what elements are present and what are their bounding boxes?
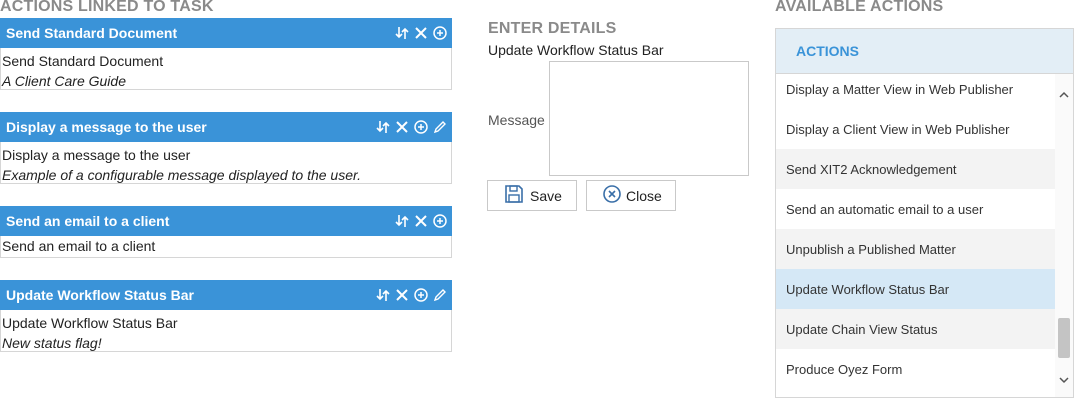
card-description: New status flag!	[2, 335, 102, 351]
available-actions-title: AVAILABLE ACTIONS	[775, 0, 944, 15]
close-circle-icon	[602, 184, 628, 207]
move-arrows-icon[interactable]	[375, 287, 391, 303]
action-item[interactable]: Unpublish a Published Matter	[776, 229, 1056, 269]
actions-scrollbar[interactable]	[1055, 74, 1073, 397]
card-body: Update Workflow Status Bar New status fl…	[0, 310, 452, 352]
card-action-name: Send Standard Document	[2, 53, 164, 69]
move-arrows-icon[interactable]	[394, 25, 410, 41]
save-icon	[504, 184, 530, 207]
linked-actions-title: ACTIONS LINKED TO TASK	[0, 0, 214, 15]
pencil-icon[interactable]	[432, 287, 448, 303]
action-item[interactable]: Send XIT2 Acknowledgement	[776, 149, 1056, 189]
plus-circle-icon[interactable]	[432, 25, 448, 41]
action-item[interactable]: Produce Oyez Form	[776, 349, 1056, 389]
message-textarea[interactable]	[549, 61, 749, 176]
selected-action-name: Update Workflow Status Bar	[488, 42, 664, 58]
action-item[interactable]: Update Chain View Status	[776, 309, 1056, 349]
card-description: Example of a configurable message displa…	[2, 167, 362, 183]
linked-action-card: Send an email to a client Send an email …	[0, 206, 452, 258]
plus-circle-icon[interactable]	[432, 213, 448, 229]
card-header: Send Standard Document	[0, 18, 452, 48]
move-arrows-icon[interactable]	[394, 213, 410, 229]
card-action-name: Send an email to a client	[2, 238, 156, 254]
card-header: Send an email to a client	[0, 206, 452, 236]
plus-circle-icon[interactable]	[413, 287, 429, 303]
close-label: Close	[626, 187, 662, 204]
enter-details-title: ENTER DETAILS	[488, 20, 617, 37]
card-description: A Client Care Guide	[2, 73, 126, 89]
chevron-up-icon[interactable]	[1057, 88, 1071, 102]
save-label: Save	[530, 187, 562, 204]
plus-circle-icon[interactable]	[413, 119, 429, 135]
action-item[interactable]: Display a Matter View in Web Publisher	[776, 74, 1056, 109]
action-item[interactable]: Send an automatic email to a user	[776, 189, 1056, 229]
card-header: Update Workflow Status Bar	[0, 280, 452, 310]
close-button[interactable]: Close	[586, 180, 676, 211]
action-item[interactable]: Display a Client View in Web Publisher	[776, 109, 1056, 149]
card-title: Send Standard Document	[6, 25, 178, 41]
card-action-name: Update Workflow Status Bar	[2, 315, 178, 331]
linked-action-card: Update Workflow Status Bar Update Workfl…	[0, 280, 452, 352]
move-arrows-icon[interactable]	[375, 119, 391, 135]
card-title: Update Workflow Status Bar	[6, 287, 194, 303]
close-icon[interactable]	[394, 119, 410, 135]
pencil-icon[interactable]	[432, 119, 448, 135]
card-title: Send an email to a client	[6, 213, 170, 229]
actions-list: Display a Matter View in Web Publisher D…	[776, 74, 1073, 397]
card-title: Display a message to the user	[6, 119, 207, 135]
linked-action-card: Send Standard Document Send Standard Doc…	[0, 18, 452, 90]
save-button[interactable]: Save	[487, 180, 577, 211]
card-body: Display a message to the user Example of…	[0, 142, 452, 184]
actions-header: ACTIONS	[776, 29, 1073, 74]
close-icon[interactable]	[394, 287, 410, 303]
card-body: Send Standard Document A Client Care Gui…	[0, 48, 452, 90]
card-body: Send an email to a client	[0, 236, 452, 258]
chevron-down-icon[interactable]	[1057, 373, 1071, 387]
card-header: Display a message to the user	[0, 112, 452, 142]
available-actions-panel: ACTIONS Display a Matter View in Web Pub…	[775, 28, 1074, 398]
action-item-selected[interactable]: Update Workflow Status Bar	[776, 269, 1056, 309]
close-icon[interactable]	[413, 25, 429, 41]
message-label: Message	[488, 112, 545, 128]
scroll-thumb[interactable]	[1058, 318, 1070, 358]
linked-action-card: Display a message to the user Display a …	[0, 112, 452, 184]
close-icon[interactable]	[413, 213, 429, 229]
card-action-name: Display a message to the user	[2, 147, 191, 163]
